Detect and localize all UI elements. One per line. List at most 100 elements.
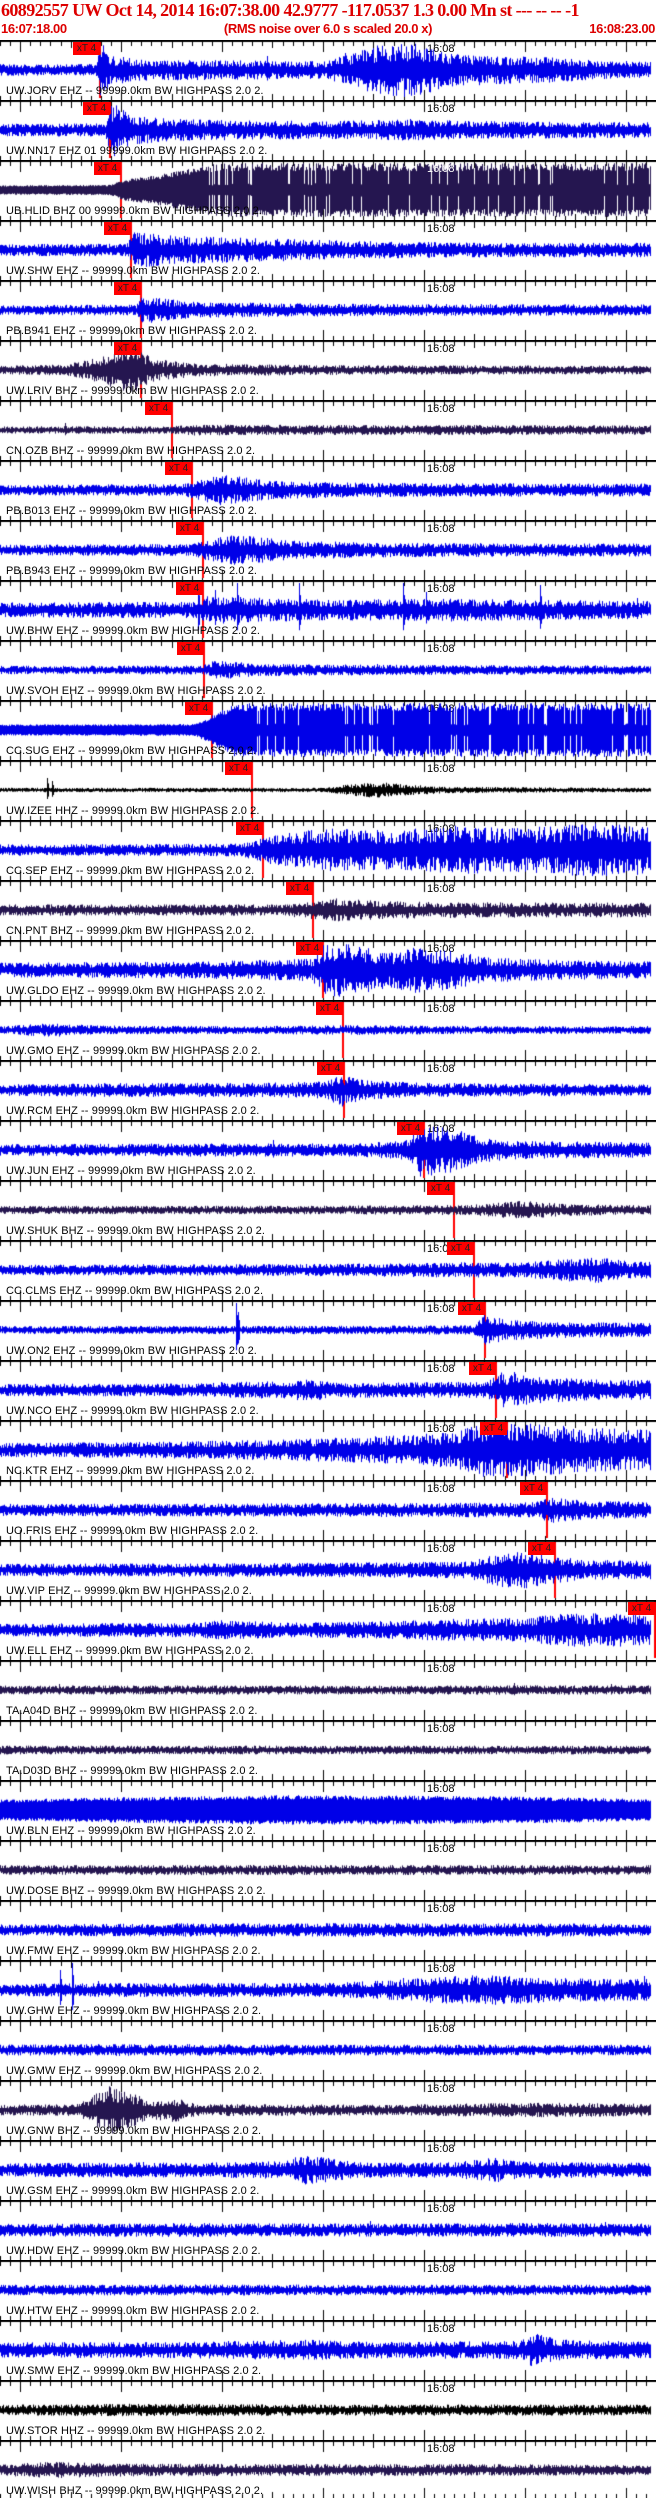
trace-row-27[interactable]: 16:08 xT 4 UW.ELL EHZ -- 99999.0km BW HI… [0, 1600, 656, 1660]
trace-label: UW.WISH BHZ -- 99999.0km BW HIGHPASS 2.0… [6, 2485, 264, 2497]
trace-row-20[interactable]: 16:08 xT 4 UW.SHUK BHZ -- 99999.0km BW H… [0, 1180, 656, 1240]
pick-flag[interactable]: xT 4 [296, 942, 323, 955]
trace-row-34[interactable]: 16:08 UW.GMW EHZ -- 99999.0km BW HIGHPAS… [0, 2020, 656, 2080]
trace-label: PB.B013 EHZ -- 99999.0km BW HIGHPASS 2.0… [6, 505, 258, 517]
trace-row-6[interactable]: 16:08 xT 4 UW.LRIV BHZ -- 99999.0km BW H… [0, 340, 656, 400]
trace-row-2[interactable]: 16:08 xT 4 UW.NN17 EHZ 01 99999.0km BW H… [0, 100, 656, 160]
trace-row-12[interactable]: 16:08 xT 4 CC.SUG EHZ -- 99999.0km BW HI… [0, 700, 656, 760]
trace-label: UW.NN17 EHZ 01 99999.0km BW HIGHPASS 2.0… [6, 145, 268, 157]
time-tick-label: 16:08 [427, 163, 455, 175]
trace-row-21[interactable]: 16:08 xT 4 CC.CLMS EHZ -- 99999.0km BW H… [0, 1240, 656, 1300]
pick-flag[interactable]: xT 4 [628, 1602, 655, 1615]
pick-flag[interactable]: xT 4 [176, 582, 203, 595]
trace-row-38[interactable]: 16:08 UW.HTW EHZ -- 99999.0km BW HIGHPAS… [0, 2260, 656, 2320]
trace-row-8[interactable]: 16:08 xT 4 PB.B013 EHZ -- 99999.0km BW H… [0, 460, 656, 520]
trace-row-10[interactable]: 16:08 xT 4 UW.BHW EHZ -- 99999.0km BW HI… [0, 580, 656, 640]
trace-row-3[interactable]: 16:08 xT 4 UB.HLID BHZ 00 99999.0km BW H… [0, 160, 656, 220]
trace-row-32[interactable]: 16:08 UW.FMW EHZ -- 99999.0km BW HIGHPAS… [0, 1900, 656, 1960]
trace-row-26[interactable]: 16:08 xT 4 UW.VIP EHZ -- 99999.0km BW HI… [0, 1540, 656, 1600]
trace-label: UW.GNW BHZ -- 99999.0km BW HIGHPASS 2.0 … [6, 2125, 262, 2137]
trace-label: UW.GMW EHZ -- 99999.0km BW HIGHPASS 2.0 … [6, 2065, 263, 2077]
trace-label: UW.SVOH EHZ -- 99999.0km BW HIGHPASS 2.0… [6, 685, 266, 697]
trace-row-9[interactable]: 16:08 xT 4 PB.B943 EHZ -- 99999.0km BW H… [0, 520, 656, 580]
trace-row-24[interactable]: 16:08 xT 4 NC.KTR EHZ -- 99999.0km BW HI… [0, 1420, 656, 1480]
trace-label: CC.SEP EHZ -- 99999.0km BW HIGHPASS 2.0 … [6, 865, 255, 877]
trace-label: UW.JORV EHZ -- 99999.0km BW HIGHPASS 2.0… [6, 85, 264, 97]
pick-flag[interactable]: xT 4 [427, 1182, 454, 1195]
trace-row-25[interactable]: 16:08 xT 4 UO.FRIS EHZ -- 99999.0km BW H… [0, 1480, 656, 1540]
trace-row-41[interactable]: 16:08 UW.WISH BHZ -- 99999.0km BW HIGHPA… [0, 2440, 656, 2498]
trace-row-13[interactable]: 16:08 xT 4 UW.IZEE HHZ -- 99999.0km BW H… [0, 760, 656, 820]
trace-label: UW.SHW EHZ -- 99999.0km BW HIGHPASS 2.0 … [6, 265, 260, 277]
pick-flag-label: xT 4 [531, 1543, 552, 1554]
trace-row-37[interactable]: 16:08 UW.HDW EHZ -- 99999.0km BW HIGHPAS… [0, 2200, 656, 2260]
pick-flag[interactable]: xT 4 [114, 282, 141, 295]
trace-label: UW.DOSE BHZ -- 99999.0km BW HIGHPASS 2.0… [6, 1885, 266, 1897]
trace-row-4[interactable]: 16:08 xT 4 UW.SHW EHZ -- 99999.0km BW HI… [0, 220, 656, 280]
trace-row-17[interactable]: 16:08 xT 4 UW.GMO EHZ -- 99999.0km BW HI… [0, 1000, 656, 1060]
pick-flag[interactable]: xT 4 [104, 222, 131, 235]
pick-flag[interactable]: xT 4 [225, 762, 252, 775]
trace-row-39[interactable]: 16:08 UW.SMW EHZ -- 99999.0km BW HIGHPAS… [0, 2320, 656, 2380]
pick-flag[interactable]: xT 4 [447, 1242, 474, 1255]
pick-flag[interactable]: xT 4 [317, 1062, 344, 1075]
pick-flag[interactable]: xT 4 [114, 342, 141, 355]
pick-flag[interactable]: xT 4 [458, 1302, 485, 1315]
pick-flag-label: xT 4 [239, 823, 260, 834]
trace-label: PB.B941 EHZ -- 99999.0km BW HIGHPASS 2.0… [6, 325, 258, 337]
trace-label: UW.NCO EHZ -- 99999.0km BW HIGHPASS 2.0 … [6, 1405, 259, 1417]
pick-flag[interactable]: xT 4 [185, 702, 212, 715]
pick-flag-label: xT 4 [179, 583, 200, 594]
trace-row-18[interactable]: 16:08 xT 4 UW.RCM EHZ -- 99999.0km BW HI… [0, 1060, 656, 1120]
pick-flag-label: xT 4 [117, 343, 138, 354]
trace-row-11[interactable]: 16:08 xT 4 UW.SVOH EHZ -- 99999.0km BW H… [0, 640, 656, 700]
pick-flag[interactable]: xT 4 [165, 462, 192, 475]
pick-flag[interactable]: xT 4 [73, 42, 100, 55]
trace-row-29[interactable]: 16:08 TA.D03D BHZ -- 99999.0km BW HIGHPA… [0, 1720, 656, 1780]
trace-row-35[interactable]: 16:08 UW.GNW BHZ -- 99999.0km BW HIGHPAS… [0, 2080, 656, 2140]
seismic-picker-window: 60892557 UW Oct 14, 2014 16:07:38.00 42.… [0, 0, 656, 2498]
trace-row-28[interactable]: 16:08 TA.A04D BHZ -- 99999.0km BW HIGHPA… [0, 1660, 656, 1720]
trace-row-36[interactable]: 16:08 UW.GSM EHZ -- 99999.0km BW HIGHPAS… [0, 2140, 656, 2200]
trace-row-33[interactable]: 16:08 UW.GHW EHZ -- 99999.0km BW HIGHPAS… [0, 1960, 656, 2020]
trace-label: UW.BHW EHZ -- 99999.0km BW HIGHPASS 2.0 … [6, 625, 260, 637]
pick-flag[interactable]: xT 4 [286, 882, 313, 895]
trace-label: UW.VIP EHZ -- 99999.0km BW HIGHPASS 2.0 … [6, 1585, 252, 1597]
trace-label: UW.GHW EHZ -- 99999.0km BW HIGHPASS 2.0 … [6, 2005, 262, 2017]
pick-flag[interactable]: xT 4 [83, 102, 110, 115]
trace-label: UW.LRIV BHZ -- 99999.0km BW HIGHPASS 2.0… [6, 385, 259, 397]
pick-flag-label: xT 4 [148, 403, 169, 414]
pick-flag[interactable]: xT 4 [528, 1542, 555, 1555]
trace-row-7[interactable]: 16:08 xT 4 CN.OZB BHZ -- 99999.0km BW HI… [0, 400, 656, 460]
pick-flag[interactable]: xT 4 [480, 1422, 507, 1435]
pick-flag-label: xT 4 [179, 523, 200, 534]
trace-row-1[interactable]: 16:08 xT 4 UW.JORV EHZ -- 99999.0km BW H… [0, 40, 656, 100]
pick-flag[interactable]: xT 4 [177, 642, 204, 655]
trace-label: UW.BLN EHZ -- 99999.0km BW HIGHPASS 2.0 … [6, 1825, 256, 1837]
pick-flag[interactable]: xT 4 [176, 522, 203, 535]
trace-row-40[interactable]: 16:08 UW.STOR HHZ -- 99999.0km BW HIGHPA… [0, 2380, 656, 2440]
trace-row-16[interactable]: 16:08 xT 4 UW.GLDO EHZ -- 99999.0km BW H… [0, 940, 656, 1000]
pick-flag[interactable]: xT 4 [145, 402, 172, 415]
trace-row-23[interactable]: 16:08 xT 4 UW.NCO EHZ -- 99999.0km BW HI… [0, 1360, 656, 1420]
trace-row-30[interactable]: 16:08 UW.BLN EHZ -- 99999.0km BW HIGHPAS… [0, 1780, 656, 1840]
rms-scale-note: (RMS noise over 6.0 s scaled 20.0 x) [223, 21, 433, 36]
trace-row-5[interactable]: 16:08 xT 4 PB.B941 EHZ -- 99999.0km BW H… [0, 280, 656, 340]
pick-flag-label: xT 4 [180, 643, 201, 654]
trace-row-22[interactable]: 16:08 xT 4 UW.ON2 EHZ -- 99999.0km BW HI… [0, 1300, 656, 1360]
trace-label: CC.CLMS EHZ -- 99999.0km BW HIGHPASS 2.0… [6, 1285, 264, 1297]
trace-row-14[interactable]: 16:08 xT 4 CC.SEP EHZ -- 99999.0km BW HI… [0, 820, 656, 880]
trace-row-31[interactable]: 16:08 UW.DOSE BHZ -- 99999.0km BW HIGHPA… [0, 1840, 656, 1900]
pick-flag[interactable]: xT 4 [469, 1362, 496, 1375]
pick-flag-label: xT 4 [631, 1603, 652, 1614]
trace-row-15[interactable]: 16:08 xT 4 CN.PNT BHZ -- 99999.0km BW HI… [0, 880, 656, 940]
trace-label: UW.ON2 EHZ -- 99999.0km BW HIGHPASS 2.0 … [6, 1345, 257, 1357]
pick-flag[interactable]: xT 4 [236, 822, 263, 835]
pick-flag[interactable]: xT 4 [520, 1482, 547, 1495]
pick-flag[interactable]: xT 4 [94, 162, 121, 175]
trace-row-19[interactable]: 16:08 xT 4 UW.JUN EHZ -- 99999.0km BW HI… [0, 1120, 656, 1180]
trace-label: UW.HTW EHZ -- 99999.0km BW HIGHPASS 2.0 … [6, 2305, 260, 2317]
pick-flag[interactable]: xT 4 [397, 1122, 424, 1135]
pick-flag-label: xT 4 [168, 463, 189, 474]
pick-flag[interactable]: xT 4 [316, 1002, 343, 1015]
